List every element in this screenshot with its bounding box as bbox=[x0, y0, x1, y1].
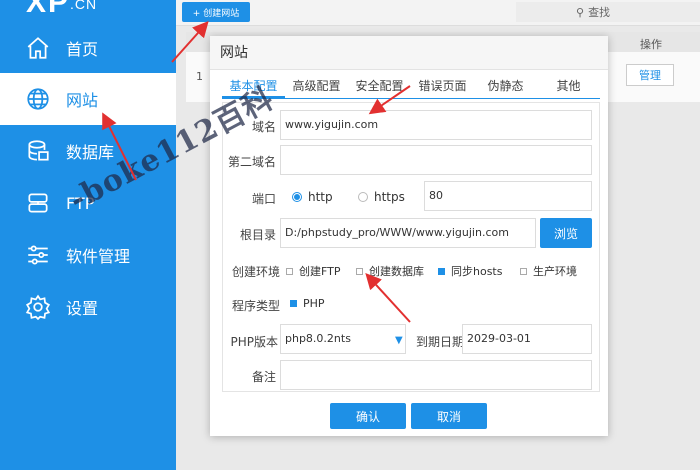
protocol-http-radio[interactable]: http bbox=[292, 190, 333, 204]
env-label: 创建环境 bbox=[231, 265, 280, 279]
browse-button[interactable]: 浏览 bbox=[540, 218, 592, 248]
production-env-checkbox[interactable]: 生产环境 bbox=[520, 263, 577, 279]
sidebar: XP.CN 首页 网站 数据库 FTP 软件管理 设置 bbox=[0, 0, 176, 470]
sidebar-item-label: 设置 bbox=[66, 299, 99, 318]
second-domain-label: 第二域名 bbox=[227, 155, 276, 169]
dialog-tabs: 基本配置 高级配置 安全配置 错误页面 伪静态 其他 bbox=[222, 76, 600, 98]
chevron-down-icon: ▼ bbox=[395, 335, 403, 346]
table-row-index: 1 bbox=[196, 70, 203, 83]
home-icon bbox=[24, 34, 52, 62]
sidebar-item-label: 网站 bbox=[66, 91, 99, 110]
confirm-button[interactable]: 确认 bbox=[330, 403, 406, 429]
root-dir-label: 根目录 bbox=[239, 228, 276, 242]
tab-rewrite[interactable]: 伪静态 bbox=[474, 76, 537, 98]
domain-label: 域名 bbox=[251, 120, 276, 134]
sidebar-item-label: 软件管理 bbox=[66, 247, 131, 266]
root-dir-input[interactable]: D:/phpstudy_pro/WWW/www.yigujin.com bbox=[280, 218, 536, 248]
php-version-select[interactable]: php8.0.2nts bbox=[280, 324, 406, 354]
gear-icon bbox=[24, 293, 52, 321]
domain-input[interactable]: www.yigujin.com bbox=[280, 110, 592, 140]
logo: XP.CN bbox=[26, 0, 98, 19]
sliders-icon bbox=[24, 241, 52, 269]
sidebar-item-software[interactable]: 软件管理 bbox=[0, 229, 176, 281]
sync-hosts-checkbox[interactable]: 同步hosts bbox=[438, 263, 502, 279]
sidebar-item-label: 首页 bbox=[66, 40, 99, 59]
port-label: 端口 bbox=[251, 192, 276, 206]
globe-icon bbox=[24, 85, 52, 113]
remark-label: 备注 bbox=[251, 370, 276, 384]
sidebar-item-label: FTP bbox=[66, 193, 95, 213]
tab-divider bbox=[222, 98, 600, 99]
expire-date-label: 到期日期 bbox=[415, 335, 464, 349]
remark-input[interactable] bbox=[280, 360, 592, 390]
expire-date-input[interactable]: 2029-03-01 bbox=[462, 324, 592, 354]
php-version-label: PHP版本 bbox=[230, 335, 279, 349]
port-input[interactable]: 80 bbox=[424, 181, 592, 211]
cancel-button[interactable]: 取消 bbox=[411, 403, 487, 429]
create-database-checkbox[interactable]: 创建数据库 bbox=[356, 263, 424, 279]
sidebar-item-website[interactable]: 网站 bbox=[0, 73, 176, 125]
server-icon bbox=[24, 189, 52, 217]
dialog-title: 网站 bbox=[210, 36, 608, 70]
search-input[interactable]: ⚲ 查找 bbox=[516, 2, 700, 22]
tab-basic[interactable]: 基本配置 bbox=[222, 76, 285, 98]
sidebar-item-label: 数据库 bbox=[66, 143, 115, 162]
search-icon: ⚲ bbox=[576, 5, 585, 19]
search-label: 查找 bbox=[588, 6, 611, 19]
create-ftp-checkbox[interactable]: 创建FTP bbox=[286, 263, 341, 279]
sidebar-item-home[interactable]: 首页 bbox=[0, 22, 176, 74]
database-icon bbox=[24, 137, 52, 165]
sidebar-item-settings[interactable]: 设置 bbox=[0, 281, 176, 333]
php-checkbox[interactable]: PHP bbox=[290, 297, 325, 310]
manage-button[interactable]: 管理 bbox=[626, 64, 674, 86]
second-domain-input[interactable] bbox=[280, 145, 592, 175]
table-header-actions: 操作 bbox=[640, 38, 662, 51]
create-website-button[interactable]: + 创建网站 bbox=[182, 2, 250, 22]
sidebar-item-database[interactable]: 数据库 bbox=[0, 125, 176, 177]
tab-error-pages[interactable]: 错误页面 bbox=[411, 76, 474, 98]
tab-advanced[interactable]: 高级配置 bbox=[285, 76, 348, 98]
protocol-https-radio[interactable]: https bbox=[358, 190, 405, 204]
tab-other[interactable]: 其他 bbox=[537, 76, 600, 98]
sidebar-item-ftp[interactable]: FTP bbox=[0, 177, 176, 229]
tab-security[interactable]: 安全配置 bbox=[348, 76, 411, 98]
program-type-label: 程序类型 bbox=[231, 299, 280, 313]
